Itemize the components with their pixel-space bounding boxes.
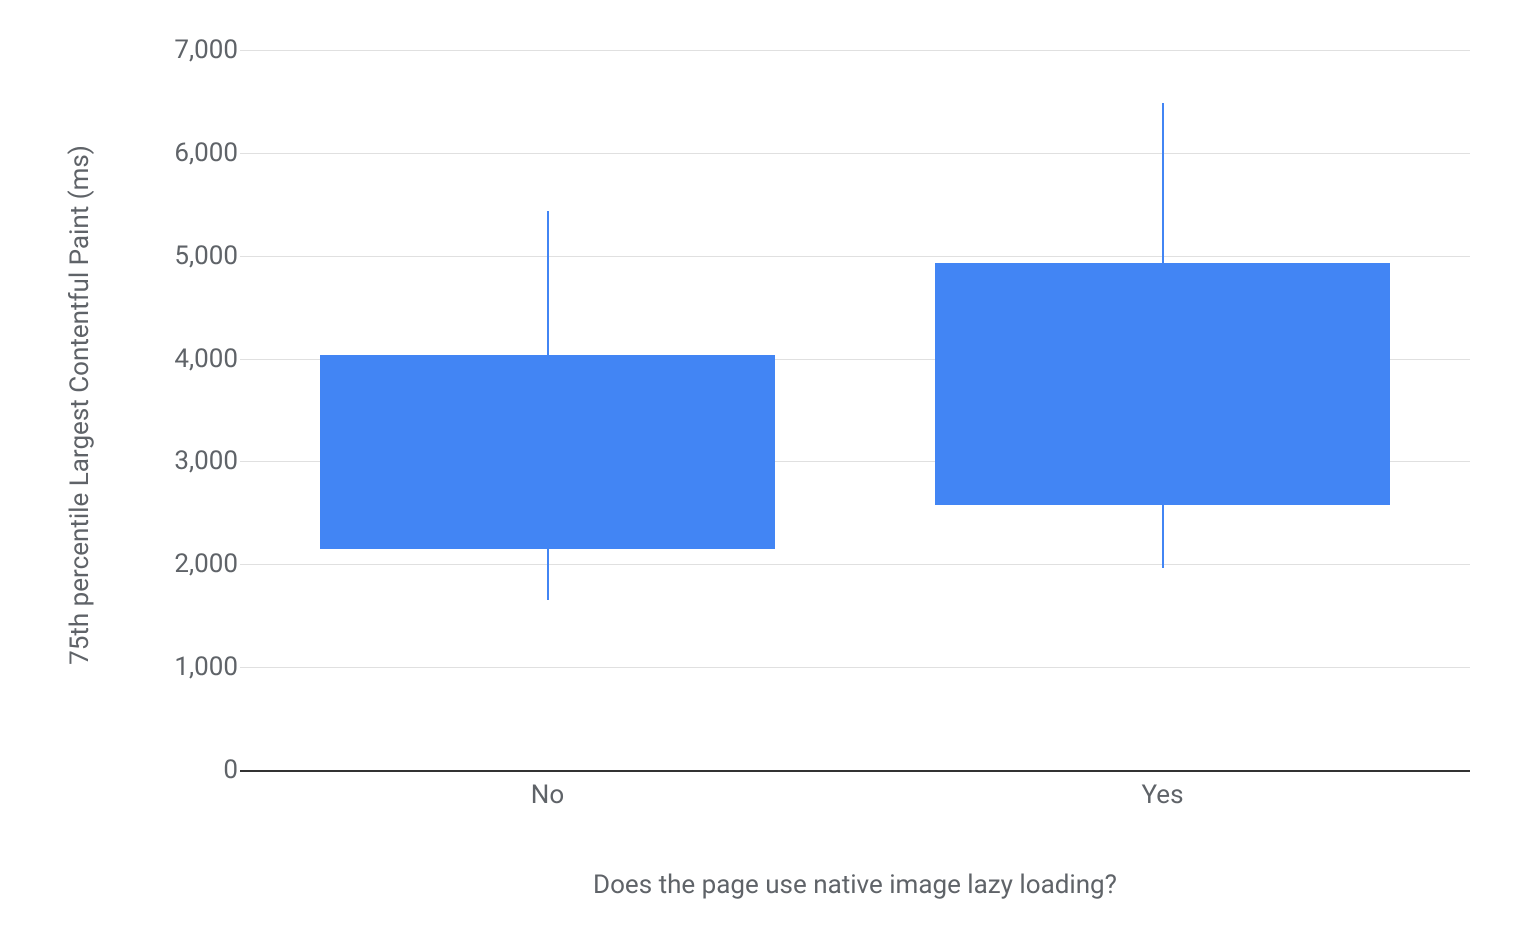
y-axis-title: 75th percentile Largest Contentful Paint… — [60, 40, 100, 770]
gridline — [240, 667, 1470, 668]
box — [935, 263, 1390, 505]
y-tick-label: 6,000 — [118, 138, 238, 168]
y-tick-label: 7,000 — [118, 35, 238, 65]
gridline — [240, 564, 1470, 565]
plot-area — [240, 50, 1470, 772]
boxplot-chart: 75th percentile Largest Contentful Paint… — [60, 40, 1480, 900]
x-tick-label: No — [448, 780, 648, 810]
whisker-upper — [1162, 103, 1164, 262]
y-tick-label: 2,000 — [118, 549, 238, 579]
gridline — [240, 50, 1470, 51]
y-tick-label: 1,000 — [118, 652, 238, 682]
whisker-lower — [547, 549, 549, 600]
x-axis-title: Does the page use native image lazy load… — [240, 870, 1470, 900]
y-tick-label: 3,000 — [118, 446, 238, 476]
whisker-lower — [1162, 505, 1164, 569]
gridline — [240, 153, 1470, 154]
y-axis-title-text: 75th percentile Largest Contentful Paint… — [65, 145, 95, 665]
y-tick-label: 5,000 — [118, 241, 238, 271]
box — [320, 355, 775, 548]
y-tick-label: 4,000 — [118, 344, 238, 374]
x-tick-label: Yes — [1063, 780, 1263, 810]
y-tick-label: 0 — [118, 755, 238, 785]
whisker-upper — [547, 211, 549, 355]
gridline — [240, 256, 1470, 257]
